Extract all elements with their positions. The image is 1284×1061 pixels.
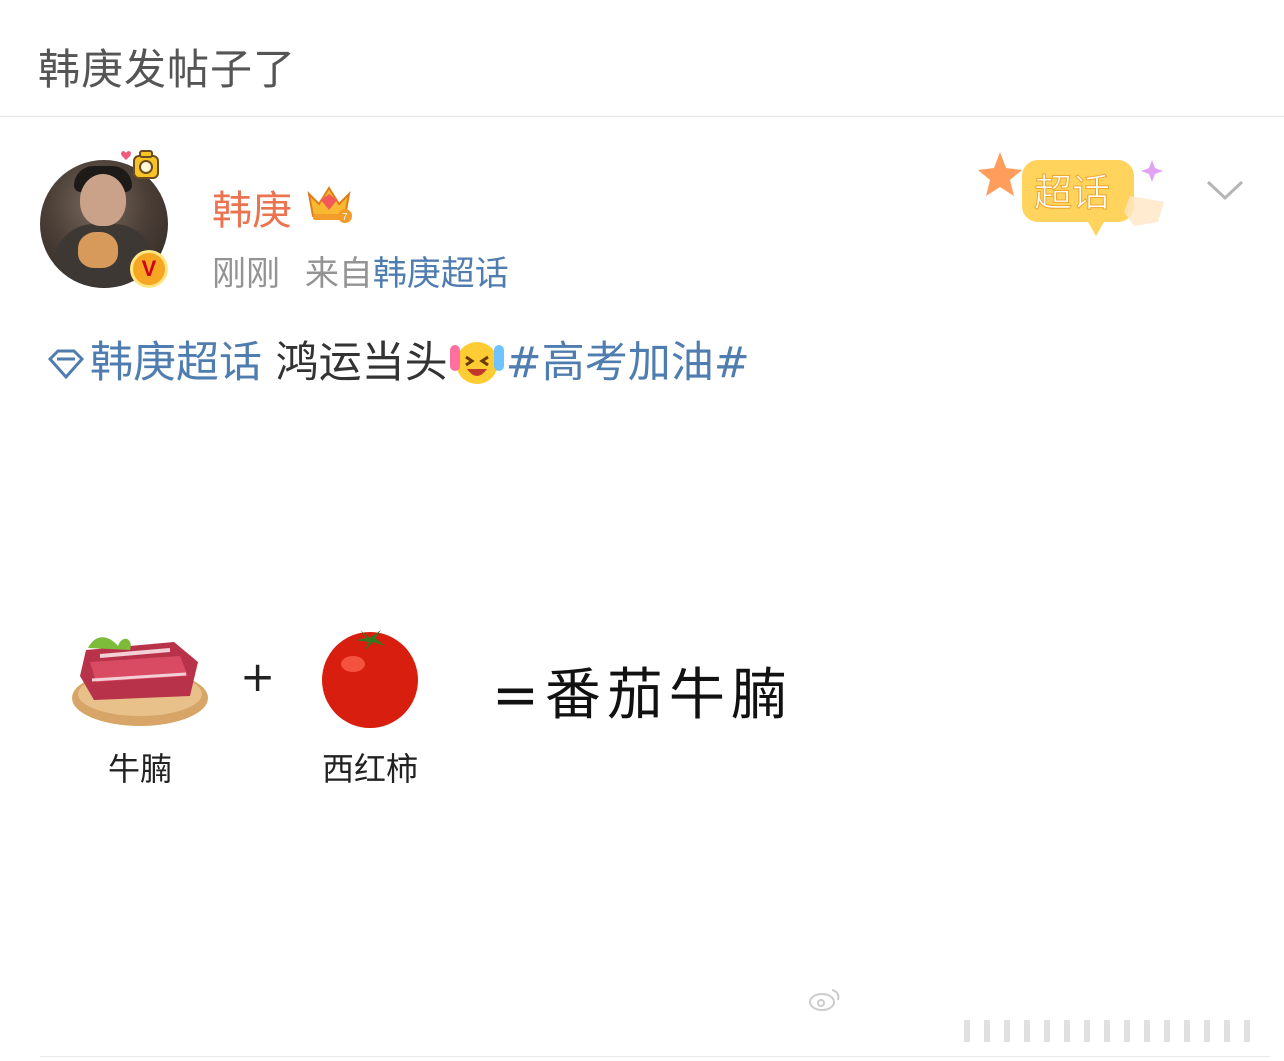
tomato-item[interactable]: 西红柿 [310, 624, 430, 790]
hashtag-link[interactable]: #高考加油# [506, 338, 750, 388]
top-bar: 韩庚发帖子了 [0, 0, 1284, 117]
topic-link[interactable]: 韩庚超话 [90, 338, 262, 388]
post-body-text: 鸿运当头 [262, 338, 448, 388]
page-title: 韩庚发帖子了 [38, 45, 297, 94]
username[interactable]: 韩庚 [212, 178, 292, 236]
source-link[interactable]: 韩庚超话 [373, 254, 509, 294]
chevron-down-icon[interactable] [1205, 176, 1245, 204]
tomato-caption: 西红柿 [321, 750, 418, 788]
plus-sign: + [240, 652, 276, 701]
divider [40, 1056, 1270, 1057]
beef-item[interactable]: 牛腩 [70, 620, 210, 790]
tomato-icon [322, 630, 418, 728]
svg-text:7: 7 [342, 212, 348, 223]
beef-brisket-icon [72, 637, 208, 726]
post-time: 刚刚 [212, 254, 280, 294]
result-equation: =番茄牛腩 [492, 663, 793, 728]
from-prefix: 来自 [304, 254, 373, 294]
diamond-topic-icon [47, 349, 85, 380]
verified-badge-icon: V [130, 250, 168, 288]
svg-text:超话: 超话 [1034, 171, 1110, 215]
beef-caption: 牛腩 [107, 750, 172, 788]
weibo-watermark-icon [809, 989, 840, 1011]
chaohua-badge-icon[interactable]: 超话 [978, 146, 1178, 246]
image-strip-indicator [950, 1016, 1270, 1046]
camera-sticker-icon [121, 150, 159, 179]
post-content: 韩庚超话 鸿运当头 #高考加油# [46, 328, 750, 390]
post-meta: 刚刚 来自韩庚超话 [212, 246, 509, 295]
crown-icon: 7 [307, 186, 352, 223]
laughing-crying-emoji-icon [449, 342, 504, 384]
